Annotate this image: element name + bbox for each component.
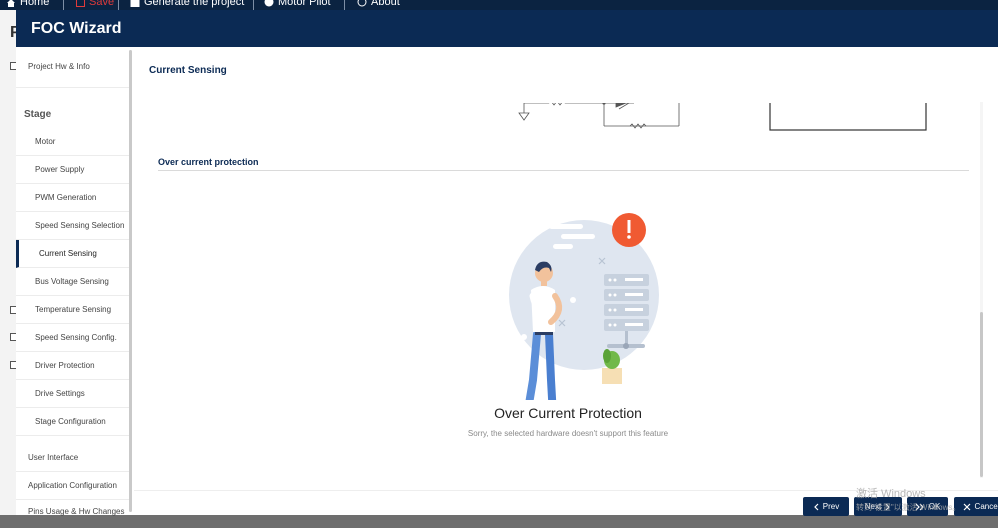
- home-menu-item[interactable]: Home: [6, 0, 49, 8]
- sidebar-scrollbar[interactable]: [129, 50, 132, 512]
- sidebar-item-user-interface[interactable]: User Interface: [16, 444, 129, 472]
- unsupported-feature-illustration: [506, 213, 659, 400]
- over-current-title: Over Current Protection: [494, 405, 642, 421]
- sidebar-item-driver-protection[interactable]: Driver Protection: [16, 352, 129, 380]
- circuit-diagram: [518, 103, 927, 131]
- sidebar-stage-heading: Stage: [24, 109, 52, 120]
- background-window: P: [0, 10, 21, 515]
- foc-wizard-dialog: FOC Wizard Project Hw & Info Stage Motor…: [16, 10, 998, 516]
- sidebar-item-speed-sensing-selection[interactable]: Speed Sensing Selection: [16, 212, 129, 240]
- sidebar-item-temperature-sensing[interactable]: Temperature Sensing: [16, 296, 129, 324]
- cancel-button[interactable]: Cancel: [954, 497, 998, 516]
- sidebar-item-pins-usage[interactable]: Pins Usage & Hw Changes: [16, 500, 129, 528]
- section-title: Current Sensing: [149, 65, 227, 76]
- about-menu-item[interactable]: About: [357, 0, 400, 8]
- wizard-title: FOC Wizard: [31, 20, 122, 37]
- wizard-sidebar: Project Hw & Info Stage Motor Power Supp…: [16, 47, 134, 516]
- sidebar-item-pwm-generation[interactable]: PWM Generation: [16, 184, 129, 212]
- sidebar-item-drive-settings[interactable]: Drive Settings: [16, 380, 129, 408]
- section-divider: [158, 170, 969, 171]
- top-menu-bar: Home Save Generate the project Motor Pil…: [0, 0, 998, 10]
- sidebar-item-power-supply[interactable]: Power Supply: [16, 156, 129, 184]
- save-menu-item[interactable]: Save: [76, 0, 114, 8]
- chevron-left-icon: [813, 503, 819, 510]
- generate-project-menu-item[interactable]: Generate the project: [130, 0, 244, 8]
- save-icon: [76, 0, 85, 7]
- main-content: Current Sensing Over current protection …: [134, 47, 998, 516]
- scrollbar-thumb[interactable]: [980, 312, 983, 477]
- sidebar-item-current-sensing[interactable]: Current Sensing: [16, 240, 129, 268]
- info-icon: [357, 0, 367, 7]
- home-icon: [7, 0, 15, 7]
- sidebar-item-motor[interactable]: Motor: [16, 128, 129, 156]
- sidebar-item-speed-sensing-config[interactable]: Speed Sensing Config.: [16, 324, 129, 352]
- unsupported-message: Sorry, the selected hardware doesn't sup…: [467, 429, 669, 438]
- wizard-header: FOC Wizard: [16, 10, 998, 47]
- prev-button[interactable]: Prev: [803, 497, 849, 516]
- sidebar-item-bus-voltage-sensing[interactable]: Bus Voltage Sensing: [16, 268, 129, 296]
- sidebar-item-stage-configuration[interactable]: Stage Configuration: [16, 408, 129, 436]
- close-icon: [963, 503, 970, 510]
- main-scrollbar[interactable]: [980, 102, 983, 478]
- motor-pilot-menu-item[interactable]: Motor Pilot: [264, 0, 331, 8]
- windows-activation-watermark: 激活 Windows 转到"设置"以激活 Windows。: [856, 488, 961, 512]
- sidebar-item-project-hw[interactable]: Project Hw & Info: [16, 55, 129, 88]
- over-current-heading: Over current protection: [158, 157, 259, 167]
- sidebar-item-application-configuration[interactable]: Application Configuration: [16, 472, 129, 500]
- gift-icon: [130, 0, 140, 7]
- globe-icon: [264, 0, 274, 7]
